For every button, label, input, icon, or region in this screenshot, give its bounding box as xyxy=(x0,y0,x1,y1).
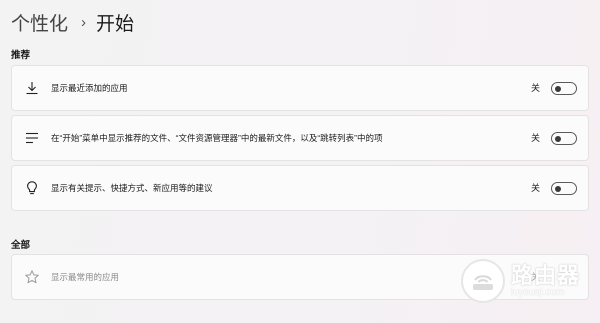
section-label-recommended: 推荐 xyxy=(11,50,31,61)
setting-label: 显示最常用的应用 xyxy=(51,272,120,282)
watermark-router-icon xyxy=(461,259,505,303)
toggle-state-text: 关 xyxy=(530,133,540,143)
setting-label: 显示有关提示、快捷方式、新应用等的建议 xyxy=(51,183,213,193)
recommended-files-toggle[interactable] xyxy=(551,132,577,145)
toggle-knob xyxy=(555,185,561,192)
breadcrumb-separator: › xyxy=(81,13,87,31)
watermark-title: 路由器 xyxy=(511,263,581,288)
breadcrumb-parent[interactable]: 个性化 xyxy=(11,9,68,36)
lightbulb-icon xyxy=(23,179,41,197)
setting-recent-apps[interactable]: 显示最近添加的应用 关 xyxy=(11,65,589,111)
toggle-knob xyxy=(555,85,561,92)
toggle-knob xyxy=(555,135,561,142)
toggle-state-text: 关 xyxy=(530,83,540,93)
breadcrumb: 个性化 › 开始 xyxy=(11,6,134,38)
suggestions-toggle[interactable] xyxy=(551,182,577,195)
star-icon xyxy=(23,268,41,286)
list-icon xyxy=(23,129,41,147)
setting-recommended-files[interactable]: 在“开始”菜单中显示推荐的文件、“文件资源管理器”中的最新文件，以及“跳转列表”… xyxy=(11,115,589,161)
recent-apps-toggle[interactable] xyxy=(551,82,577,95)
download-icon xyxy=(23,79,41,97)
section-label-all: 全部 xyxy=(11,240,31,251)
setting-label: 显示最近添加的应用 xyxy=(51,83,128,93)
page-title: 开始 xyxy=(96,13,135,35)
toggle-state-text: 关 xyxy=(530,183,540,193)
setting-suggestions[interactable]: 显示有关提示、快捷方式、新应用等的建议 关 xyxy=(11,165,589,211)
watermark-subtitle: luyouqi.com xyxy=(511,287,565,298)
setting-label: 在“开始”菜单中显示推荐的文件、“文件资源管理器”中的最新文件，以及“跳转列表”… xyxy=(51,133,383,143)
